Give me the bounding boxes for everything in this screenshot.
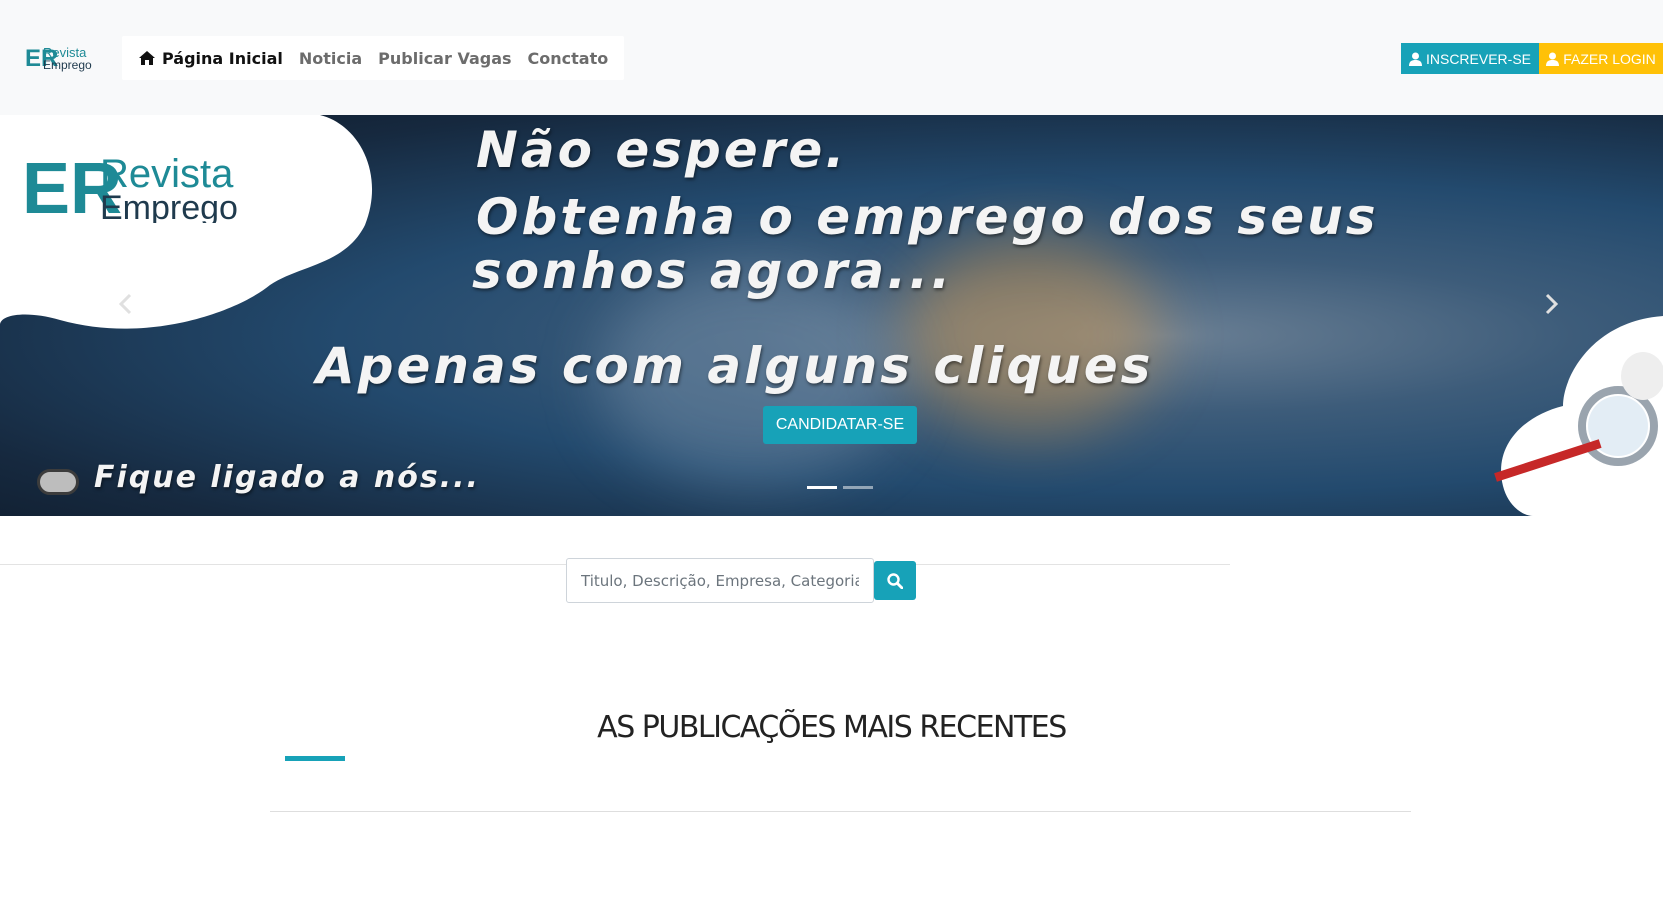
slide-headline-2: Obtenha o emprego dos seus <box>476 188 1379 246</box>
nav-label-home: Página Inicial <box>162 48 283 68</box>
search-input[interactable] <box>566 558 874 603</box>
section-accent-bar <box>285 756 345 761</box>
section-title: AS PUBLICAÇÕES MAIS RECENTES <box>597 710 1067 745</box>
slide-headline-3: sonhos agora... <box>472 242 954 300</box>
carousel-brand-line2: Emprego <box>100 189 238 223</box>
carousel-indicator-2[interactable] <box>843 486 873 489</box>
nav-label-noticia: Noticia <box>298 48 363 68</box>
carousel-indicator-1[interactable] <box>807 486 837 489</box>
site-logo[interactable]: ER Revista Emprego <box>25 44 97 72</box>
slide-headline-4: Apenas com alguns cliques <box>316 337 1154 395</box>
slide-headline-1: Não espere. <box>476 121 848 179</box>
slide-tagline: Fique ligado a nós... <box>94 460 480 495</box>
search-icon <box>887 572 903 589</box>
carousel-brand-logo: ER Revista Emprego <box>22 149 312 229</box>
carousel-indicators <box>807 486 873 489</box>
apply-button[interactable]: CANDIDATAR-SE <box>763 406 917 444</box>
login-button[interactable]: FAZER LOGIN <box>1539 43 1663 74</box>
signup-label: INSCREVER-SE <box>1425 50 1532 67</box>
signup-button[interactable]: INSCREVER-SE <box>1401 43 1539 74</box>
nav-item-publicar-vagas[interactable]: Publicar Vagas <box>378 49 511 68</box>
carousel-prev-arrow[interactable] <box>118 293 132 320</box>
user-icon <box>1546 52 1560 66</box>
site-header: ER Revista Emprego Página Inicial Notici… <box>0 0 1663 115</box>
home-icon <box>138 50 156 66</box>
nav-item-home[interactable]: Página Inicial <box>138 49 283 68</box>
search-button[interactable] <box>874 561 916 600</box>
nav-item-contato[interactable]: Conctato <box>528 49 609 68</box>
logo-line2: Emprego <box>43 58 92 72</box>
nav-label-publicar-vagas: Publicar Vagas <box>378 48 512 68</box>
figure-blob <box>1494 316 1663 516</box>
login-label: FAZER LOGIN <box>1563 50 1656 67</box>
hero-carousel: ER Revista Emprego Não espere. Obtenha o… <box>0 115 1663 516</box>
pill-icon <box>37 469 79 495</box>
nav-item-noticia[interactable]: Noticia <box>299 49 362 68</box>
carousel-next-arrow[interactable] <box>1545 293 1559 320</box>
chevron-right-icon <box>1545 293 1559 315</box>
main-nav: Página Inicial Noticia Publicar Vagas Co… <box>122 36 625 80</box>
chevron-left-icon <box>118 293 132 315</box>
nav-label-contato: Conctato <box>527 48 609 68</box>
user-icon <box>1408 52 1422 66</box>
divider <box>270 811 1411 812</box>
